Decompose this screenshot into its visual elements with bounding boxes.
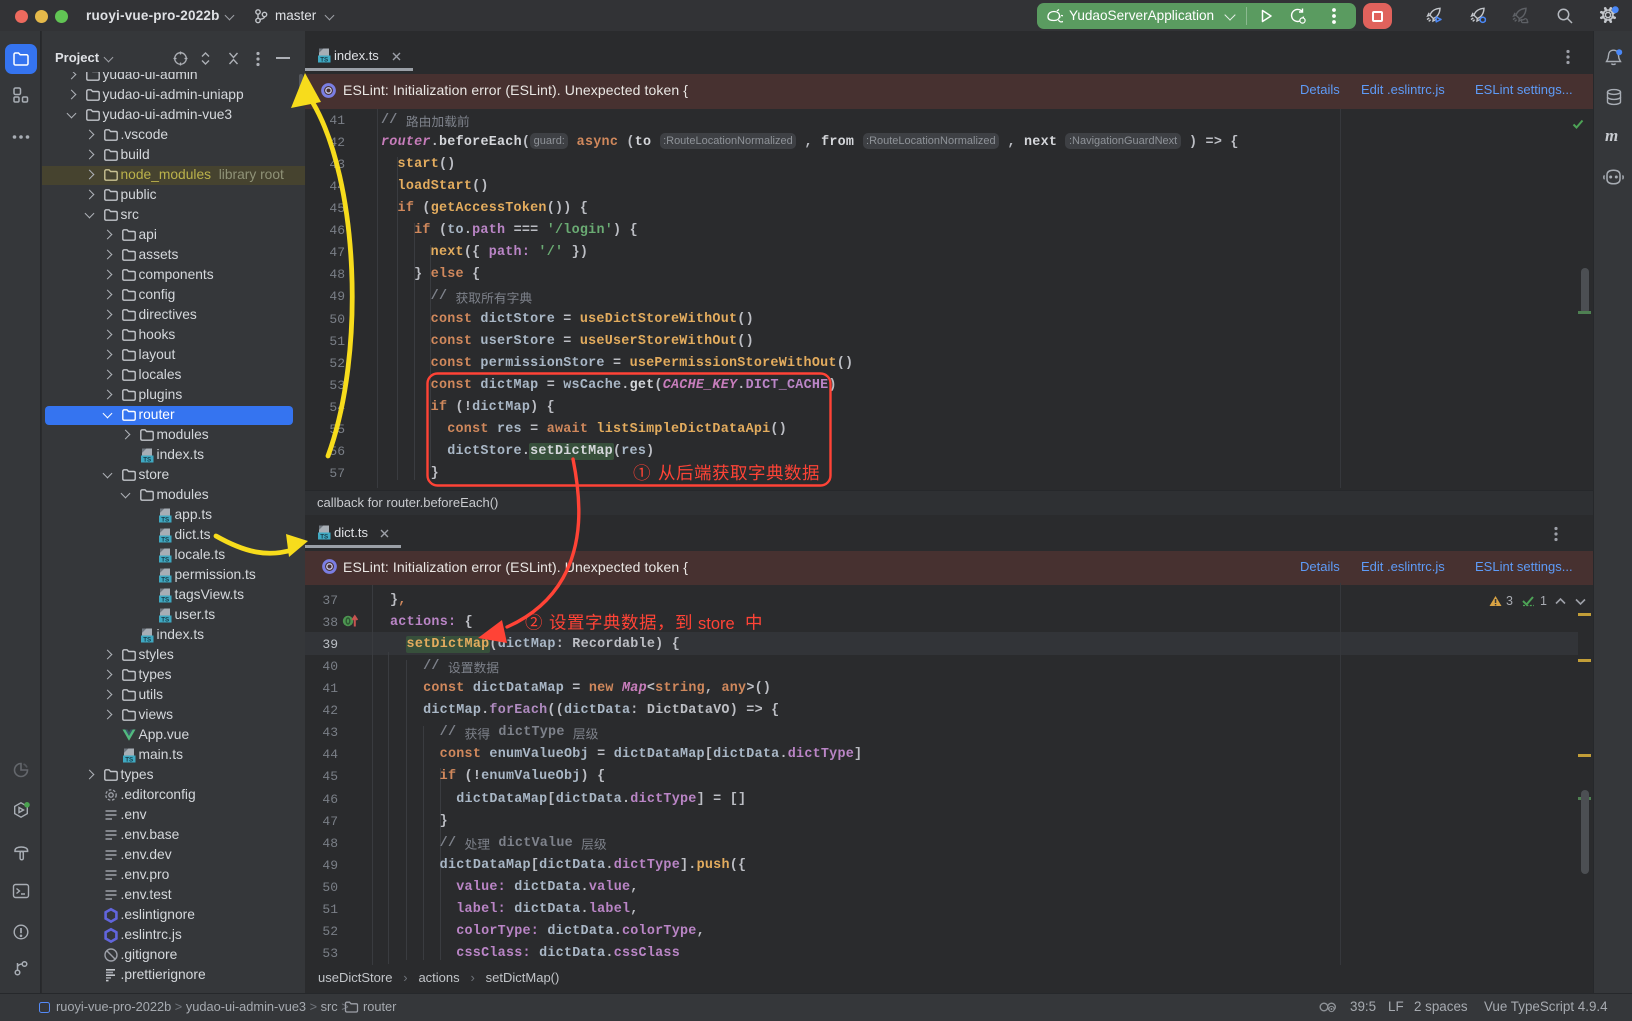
svg-text:TS: TS (161, 556, 169, 563)
svg-text:TS: TS (143, 456, 151, 463)
svg-text:TS: TS (143, 636, 151, 643)
svg-text:TS: TS (320, 533, 328, 540)
svg-text:TS: TS (125, 756, 133, 763)
svg-text:TS: TS (161, 536, 169, 543)
svg-text:TS: TS (320, 56, 328, 63)
svg-text:TS: TS (161, 576, 169, 583)
svg-text:TS: TS (161, 516, 169, 523)
svg-text:TS: TS (161, 596, 169, 603)
svg-text:TS: TS (161, 616, 169, 623)
